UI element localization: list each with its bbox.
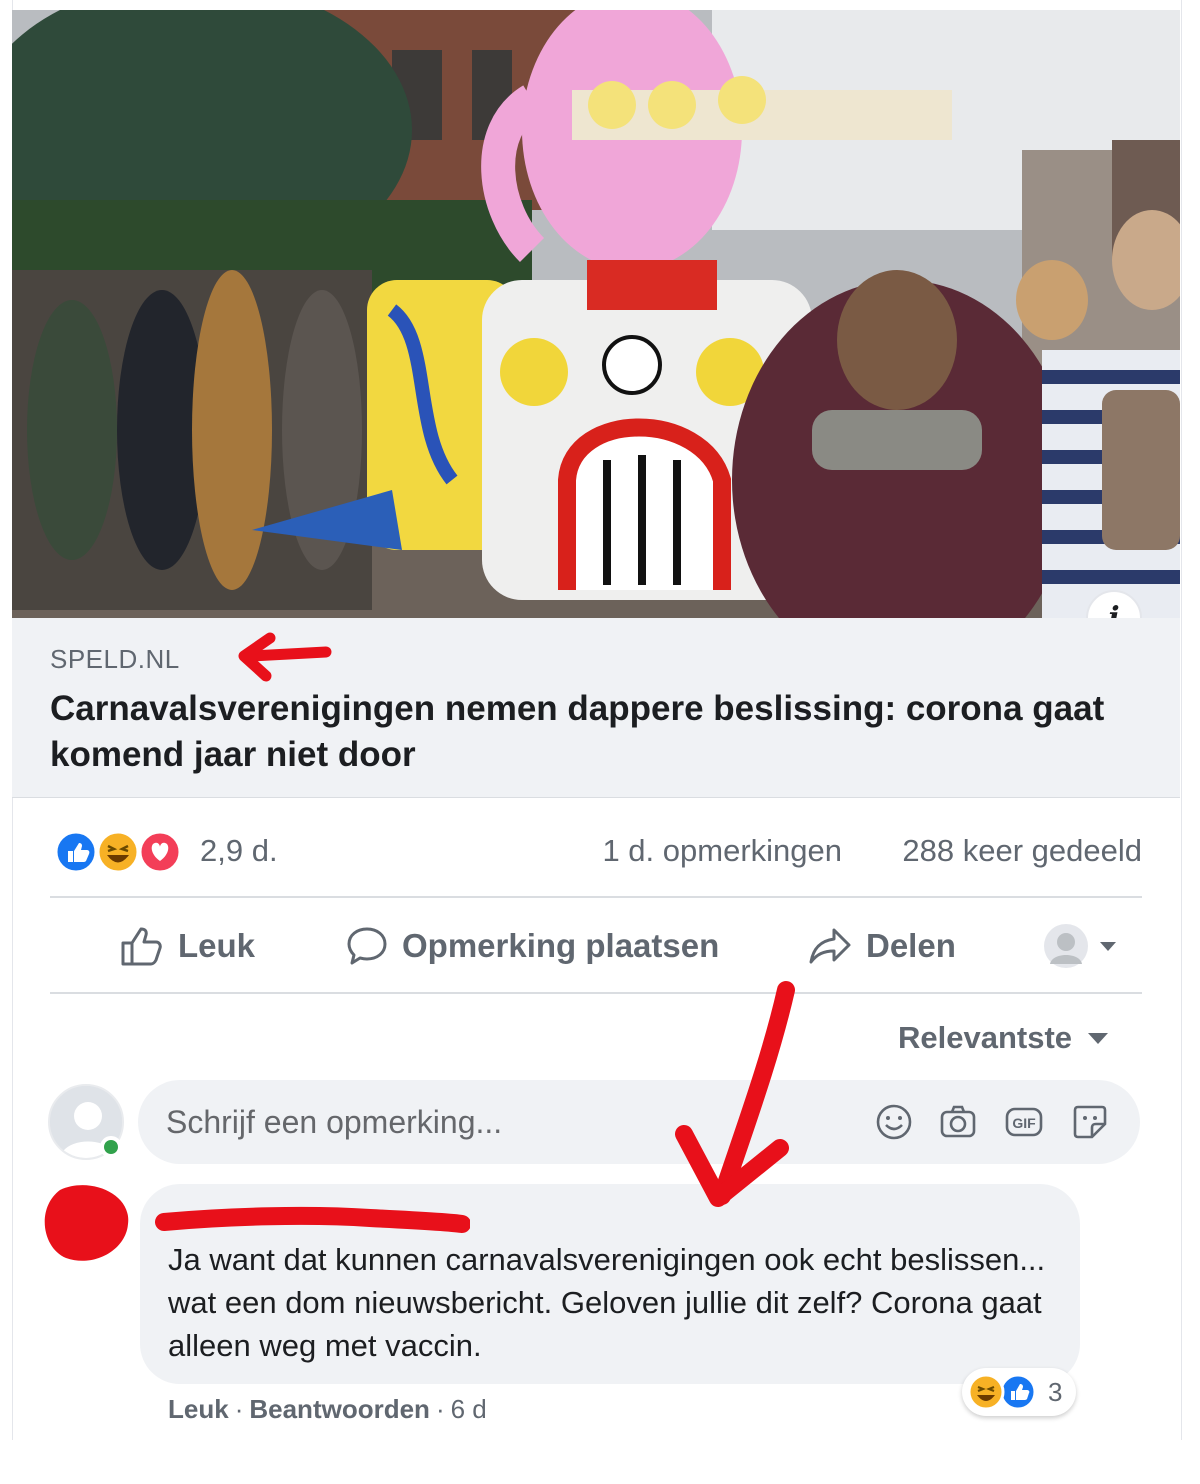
emoji-icon[interactable] xyxy=(874,1102,914,1142)
comment-bubble: Ja want dat kunnen carnavalsverenigingen… xyxy=(140,1184,1080,1384)
reactions-count[interactable]: 2,9 d. xyxy=(200,833,278,869)
like-label: Leuk xyxy=(178,927,256,964)
share-arrow-icon xyxy=(809,928,851,964)
comment-label: Opmerking plaatsen xyxy=(402,927,720,964)
link-domain: SPELD.NL xyxy=(50,644,180,674)
love-icon xyxy=(138,830,182,874)
like-button[interactable]: Leuk xyxy=(120,924,255,968)
comment-button[interactable]: Opmerking plaatsen xyxy=(346,924,719,968)
avatar[interactable] xyxy=(40,1180,132,1266)
post-photo[interactable] xyxy=(12,10,1180,618)
svg-text:GIF: GIF xyxy=(1012,1115,1036,1131)
comment-input[interactable] xyxy=(166,1098,846,1146)
comment-reactions[interactable]: 3 xyxy=(962,1368,1076,1416)
comment-reply-link[interactable]: Beantwoorden xyxy=(249,1394,430,1425)
redaction-scribble xyxy=(155,1206,470,1233)
reactions-summary[interactable] xyxy=(54,830,184,874)
shares-count[interactable]: 288 keer gedeeld xyxy=(902,833,1142,869)
chevron-down-icon xyxy=(1088,1032,1109,1044)
comment-like-link[interactable]: Leuk xyxy=(168,1394,229,1425)
reaction-icons xyxy=(967,1373,1037,1411)
camera-icon[interactable] xyxy=(938,1102,978,1142)
share-button[interactable]: Delen xyxy=(808,924,956,968)
divider xyxy=(50,992,1142,994)
comment-meta: Leuk · Beantwoorden · 6 d xyxy=(168,1394,487,1425)
share-label: Delen xyxy=(866,927,956,964)
gif-icon[interactable]: GIF xyxy=(1004,1102,1044,1142)
haha-icon xyxy=(96,830,140,874)
haha-icon xyxy=(967,1373,1005,1411)
speech-bubble-icon xyxy=(347,927,387,965)
like-icon xyxy=(54,830,98,874)
thumbs-up-icon xyxy=(121,927,162,966)
chevron-down-icon xyxy=(1100,942,1116,951)
link-preview[interactable]: SPELD.NL Carnavalsverenigingen nemen dap… xyxy=(12,618,1180,798)
comments-count[interactable]: 1 d. opmerkingen xyxy=(602,833,842,869)
audience-selector[interactable] xyxy=(1042,922,1122,970)
action-bar: Leuk Opmerking plaatsen Delen xyxy=(50,900,1142,992)
separator: · xyxy=(435,1394,445,1424)
profile-icon xyxy=(1044,924,1088,968)
comment-reaction-count: 3 xyxy=(1048,1377,1063,1407)
comment-sort-dropdown[interactable]: Relevantste xyxy=(898,1020,1109,1056)
sticker-icon[interactable] xyxy=(1070,1102,1110,1142)
post-stats: 2,9 d. 1 d. opmerkingen 288 keer gedeeld xyxy=(50,826,1142,876)
online-status-dot xyxy=(100,1136,122,1158)
sort-label: Relevantste xyxy=(898,1020,1073,1055)
separator: · xyxy=(234,1394,244,1424)
comment-timestamp[interactable]: 6 d xyxy=(451,1394,487,1425)
link-headline[interactable]: Carnavalsverenigingen nemen dappere besl… xyxy=(50,686,1130,778)
like-icon xyxy=(999,1373,1037,1411)
divider xyxy=(50,896,1142,898)
comment-text: Ja want dat kunnen carnavalsverenigingen… xyxy=(168,1242,1046,1363)
comment-composer[interactable]: GIF xyxy=(138,1080,1140,1164)
